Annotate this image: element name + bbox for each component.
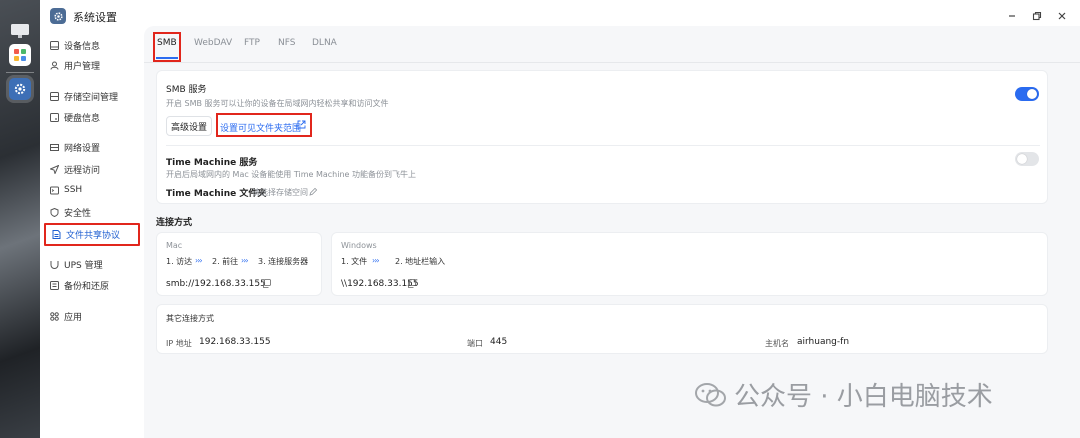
sidebar-item-label: 应用: [64, 312, 83, 323]
sidebar-item-storage-management[interactable]: 存储空间管理: [44, 86, 140, 106]
window-title: 系统设置: [73, 11, 117, 24]
mac-step-3: 3. 连接服务器: [258, 257, 309, 266]
sidebar-item-apps[interactable]: 应用: [44, 306, 140, 326]
sidebar-item-device-info[interactable]: 设备信息: [44, 35, 140, 55]
monitor-app-icon[interactable]: [9, 20, 31, 42]
smb-service-title: SMB 服务: [166, 85, 207, 95]
sidebar-item-security[interactable]: 安全性: [44, 202, 140, 222]
tab-webdav[interactable]: WebDAV: [194, 38, 232, 48]
other-connection-card: 其它连接方式 IP 地址 192.168.33.155 端口 445 主机名 a…: [156, 304, 1048, 354]
external-link-icon[interactable]: [297, 119, 306, 132]
ups-icon: [49, 259, 59, 269]
ip-address-value: 192.168.33.155: [199, 337, 271, 347]
windows-step-2: 2. 地址栏输入: [395, 257, 446, 266]
sidebar-item-label: 硬盘信息: [64, 113, 101, 124]
mac-os-label: Mac: [166, 241, 183, 250]
windows-connection-card: Windows 1. 文件 ››› 2. 地址栏输入 \\192.168.33.…: [331, 232, 1048, 296]
tab-smb[interactable]: SMB: [157, 38, 177, 48]
sidebar-item-backup-restore[interactable]: 备份和还原: [44, 275, 140, 295]
file-share-icon: [51, 230, 61, 240]
time-machine-desc: 开启后局域网内的 Mac 设备能使用 Time Machine 功能备份到飞牛上: [166, 170, 416, 179]
mac-step-2: 2. 前往: [212, 257, 239, 266]
remote-icon: [49, 164, 59, 174]
port-label: 端口: [467, 339, 483, 348]
sidebar-item-label: 远程访问: [64, 165, 101, 176]
backup-icon: [49, 280, 59, 290]
desktop-dock: [0, 0, 40, 438]
sidebar-item-label: 备份和还原: [64, 281, 110, 292]
user-icon: [49, 60, 59, 70]
sidebar-item-label: 设备信息: [64, 41, 101, 52]
step-arrow-icon: ›››: [372, 256, 380, 265]
watermark-text: 公众号 · 小白电脑技术: [734, 382, 993, 412]
hostname-label: 主机名: [765, 339, 789, 348]
shield-icon: [49, 207, 59, 217]
connection-methods-title: 连接方式: [156, 218, 193, 228]
settings-sidebar: 设备信息 用户管理 存储空间管理 硬盘信息 网络设置 远程访问 SSH 安全性: [40, 32, 144, 438]
toggle-knob: [1027, 89, 1037, 99]
system-settings-window: 系统设置 设备信息 用户管理 存储空间管理 硬盘信息 网络设置 远程访问 SSH…: [40, 0, 1080, 438]
port-value: 445: [490, 337, 508, 347]
sidebar-item-label: 网络设置: [64, 143, 101, 154]
active-tab-indicator: [156, 57, 178, 59]
copy-icon[interactable]: [407, 278, 416, 291]
smb-service-card: SMB 服务 开启 SMB 服务可以让你的设备在局域网内轻松共享和访问文件 高级…: [156, 70, 1048, 204]
device-icon: [49, 40, 59, 50]
sidebar-item-user-management[interactable]: 用户管理: [44, 55, 140, 75]
mac-step-1: 1. 访达: [166, 257, 193, 266]
sidebar-item-ssh[interactable]: SSH: [44, 180, 140, 200]
tab-nfs[interactable]: NFS: [278, 38, 295, 48]
section-divider: [166, 145, 1040, 146]
sidebar-item-ups[interactable]: UPS 管理: [44, 254, 140, 274]
sidebar-item-label: SSH: [64, 185, 83, 195]
hostname-value: airhuang-fn: [797, 337, 850, 347]
app-center-icon[interactable]: [9, 44, 31, 66]
apps-icon: [49, 311, 59, 321]
sidebar-item-file-sharing[interactable]: 文件共享协议: [44, 223, 140, 246]
advanced-settings-button[interactable]: 高级设置: [166, 116, 212, 136]
disk-icon: [49, 112, 59, 122]
sidebar-item-label: 存储空间管理: [64, 92, 119, 103]
smb-service-desc: 开启 SMB 服务可以让你的设备在局域网内轻松共享和访问文件: [166, 99, 389, 108]
toggle-knob: [1017, 154, 1027, 164]
time-machine-folder-value[interactable]: 请选择存储空间: [252, 187, 308, 198]
network-icon: [49, 142, 59, 152]
tab-dlna[interactable]: DLNA: [312, 38, 337, 48]
sidebar-item-disk-info[interactable]: 硬盘信息: [44, 107, 140, 127]
edit-pencil-icon[interactable]: [309, 186, 318, 199]
close-icon[interactable]: [1054, 8, 1070, 24]
wechat-icon: [694, 381, 728, 409]
mac-smb-address: smb://192.168.33.155: [166, 279, 266, 289]
minimize-icon[interactable]: [1004, 8, 1020, 24]
sidebar-item-network-settings[interactable]: 网络设置: [44, 137, 140, 157]
sidebar-item-label: 用户管理: [64, 61, 101, 72]
sidebar-item-label: UPS 管理: [64, 260, 103, 271]
wechat-watermark: 公众号 · 小白电脑技术: [694, 376, 993, 413]
other-connection-title: 其它连接方式: [166, 314, 214, 323]
dock-separator: [6, 72, 34, 73]
time-machine-title: Time Machine 服务: [166, 158, 258, 168]
mac-connection-card: Mac 1. 访达 ››› 2. 前往 ››› 3. 连接服务器 smb://1…: [156, 232, 322, 296]
step-arrow-icon: ›››: [241, 256, 249, 265]
tab-ftp[interactable]: FTP: [244, 38, 260, 48]
sidebar-item-label: 安全性: [64, 208, 92, 219]
visible-folders-link[interactable]: 设置可见文件夹范围: [220, 121, 301, 134]
ssh-icon: [49, 185, 59, 195]
windows-step-1: 1. 文件: [341, 257, 368, 266]
tabs-divider: [144, 62, 1080, 63]
sidebar-item-label: 文件共享协议: [66, 231, 121, 241]
storage-icon: [49, 91, 59, 101]
time-machine-toggle[interactable]: [1015, 152, 1039, 166]
windows-os-label: Windows: [341, 241, 377, 250]
step-arrow-icon: ›››: [195, 256, 203, 265]
sidebar-item-remote-access[interactable]: 远程访问: [44, 159, 140, 179]
copy-icon[interactable]: [262, 278, 271, 291]
ip-address-label: IP 地址: [166, 339, 192, 348]
settings-gear-icon: [50, 8, 66, 24]
settings-app-icon[interactable]: [9, 78, 31, 100]
smb-service-toggle[interactable]: [1015, 87, 1039, 101]
restore-icon[interactable]: [1029, 8, 1045, 24]
